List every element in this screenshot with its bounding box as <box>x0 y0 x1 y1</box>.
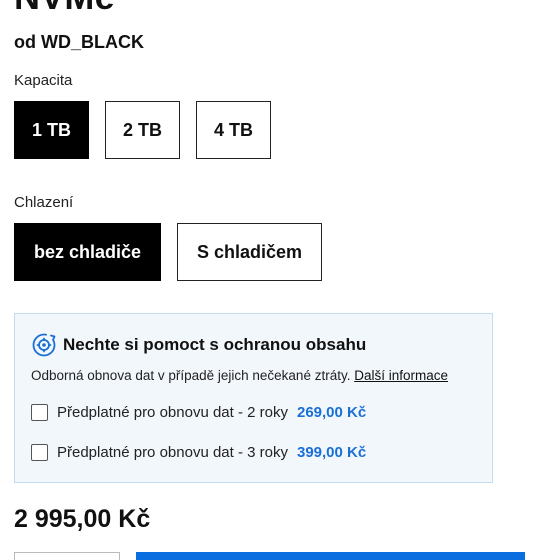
product-title: NVMeTM <box>14 0 140 18</box>
product-price: 2 995,00 Kč <box>14 505 151 533</box>
capacity-option-4tb[interactable]: 4 TB <box>196 101 271 159</box>
data-protection-header: Nechte si pomoct s ochranou obsahu <box>31 332 366 358</box>
data-protection-title: Nechte si pomoct s ochranou obsahu <box>63 335 367 354</box>
plan-checkbox-2-years[interactable] <box>31 404 48 421</box>
plan-row-2-years[interactable]: Předplatné pro obnovu dat - 2 roky 269,0… <box>31 404 366 421</box>
plan-label-2-years: Předplatné pro obnovu dat - 2 roky <box>57 404 288 421</box>
cooling-label: Chlazení <box>14 194 74 211</box>
plan-price-2-years: 269,00 Kč <box>296 404 367 421</box>
more-info-link[interactable]: Další informace <box>354 368 448 383</box>
capacity-option-2tb[interactable]: 2 TB <box>105 101 180 159</box>
plan-row-3-years[interactable]: Předplatné pro obnovu dat - 3 roky 399,0… <box>31 444 366 461</box>
product-brand: od WD_BLACK <box>14 32 144 52</box>
data-recovery-icon <box>32 333 56 357</box>
plan-checkbox-3-years[interactable] <box>31 444 48 461</box>
capacity-label: Kapacita <box>14 72 73 89</box>
cooling-option-heatsink[interactable]: S chladičem <box>177 223 322 281</box>
capacity-option-1tb[interactable]: 1 TB <box>14 101 89 159</box>
add-to-cart-button[interactable] <box>136 552 525 560</box>
plan-price-3-years: 399,00 Kč <box>296 444 367 461</box>
plan-label-3-years: Předplatné pro obnovu dat - 3 roky <box>57 444 288 461</box>
data-protection-panel: Nechte si pomoct s ochranou obsahu Odbor… <box>14 313 493 483</box>
quantity-selector[interactable] <box>14 552 120 560</box>
cooling-option-none[interactable]: bez chladiče <box>14 223 161 281</box>
data-protection-description: Odborná obnova dat v případě jejich neče… <box>31 368 449 383</box>
